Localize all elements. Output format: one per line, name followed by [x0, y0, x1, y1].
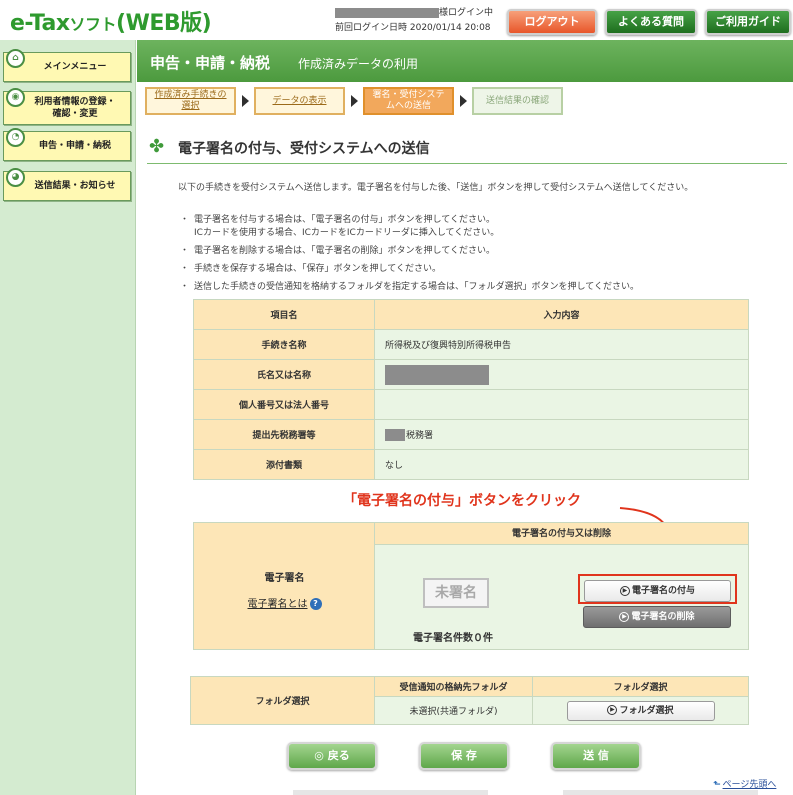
redacted-name: [385, 364, 489, 385]
footer-divider: [563, 790, 758, 795]
row-value: なし: [374, 449, 749, 480]
back-icon: ◎: [314, 749, 328, 762]
table-row: 添付書類 なし: [193, 449, 749, 480]
footer-divider: [293, 790, 488, 795]
unsigned-stamp: 未署名: [423, 578, 489, 608]
folder-value: 未選択(共通フォルダ): [373, 696, 534, 725]
login-info: 様ログイン中 前回ログイン日時 2020/01/14 20:08: [335, 6, 493, 36]
column-header: 項目名: [193, 299, 375, 330]
guide-button[interactable]: ご利用ガイド: [705, 9, 791, 35]
signature-actions: 未署名 電子署名件数０件 ▶ 電子署名の付与 ▶ 電子署名の削除: [375, 545, 748, 649]
step-indicator: 作成済み手続きの 選択 データの表示 署名・受付システ ムへの送信 送信結果の確認: [137, 82, 793, 122]
folder-button-cell: ▶ フォルダ選択: [532, 696, 749, 725]
help-icon[interactable]: ?: [309, 598, 322, 610]
table-header-row: フォルダ選択 受信通知の格納先フォルダ フォルダ選択: [190, 676, 749, 725]
page-top-link[interactable]: ⬑ ページ先頭へ: [713, 777, 776, 790]
note-item: 電子署名を付与する場合は、「電子署名の付与」ボタンを押してください。ICカードを…: [180, 214, 639, 240]
table-row: 提出先税務署等 税務署: [193, 419, 749, 450]
step-sign-and-send: 署名・受付システ ムへの送信: [363, 87, 454, 115]
step-arrow-icon: [351, 95, 358, 107]
play-icon: ▶: [619, 611, 630, 622]
table-row: 氏名又は名称: [193, 359, 749, 390]
folder-select-table: フォルダ選択 受信通知の格納先フォルダ フォルダ選択 未選択(共通フォルダ) ▶…: [190, 676, 749, 725]
table-row: 個人番号又は法人番号: [193, 389, 749, 420]
row-key: 手続き名称: [193, 329, 375, 360]
delete-signature-button[interactable]: ▶ 電子署名の削除: [583, 606, 731, 628]
add-signature-button[interactable]: ▶ 電子署名の付与: [584, 580, 731, 602]
sidebar-item-label: メインメニュー: [43, 62, 107, 72]
step-arrow-icon: [460, 95, 467, 107]
signature-count: 電子署名件数０件: [413, 633, 493, 644]
row-value: [374, 389, 749, 420]
intro-text: 以下の手続きを受付システムへ送信します。電子署名を付与した後、「送信」ボタンを押…: [178, 183, 694, 193]
redacted-office: [385, 429, 405, 442]
column-header: フォルダ選択: [532, 676, 749, 697]
user-info-icon: ◉: [6, 88, 25, 107]
instruction-annotation: 「電子署名の付与」ボタンをクリック: [343, 493, 581, 509]
sidebar-item-filing[interactable]: ◔ 申告・申請・納税: [3, 128, 131, 161]
logout-button[interactable]: ログアウト: [507, 9, 597, 35]
table-header-row: 項目名 入力内容: [193, 299, 749, 330]
sidebar-item-results[interactable]: ◕ 送信結果・お知らせ: [3, 168, 131, 201]
row-value: 税務署: [374, 419, 749, 450]
step-arrow-icon: [242, 95, 249, 107]
sidebar-item-label: 送信結果・お知らせ: [34, 181, 116, 191]
page-title: 電子署名の付与、受付システムへの送信: [178, 141, 430, 157]
signature-help-link[interactable]: 電子署名とは: [248, 599, 308, 610]
signature-panel: 電子署名 電子署名とは? 電子署名の付与又は削除 未署名 電子署名件数０件 ▶ 電…: [193, 522, 749, 650]
home-icon: ⌂: [6, 49, 25, 68]
step-select-procedure[interactable]: 作成済み手続きの 選択: [145, 87, 236, 115]
row-key: 氏名又は名称: [193, 359, 375, 390]
back-button[interactable]: ◎ 戻る: [287, 742, 377, 770]
play-icon: ▶: [619, 585, 630, 596]
row-key: 個人番号又は法人番号: [193, 389, 375, 420]
note-item: 手続きを保存する場合は、「保存」ボタンを押してください。: [180, 263, 639, 276]
table-row: 手続き名称 所得税及び復興特別所得税申告: [193, 329, 749, 360]
sidebar: ⌂ メインメニュー ◉ 利用者情報の登録・ 確認・変更 ◔ 申告・申請・納税 ◕ …: [0, 40, 136, 795]
send-button[interactable]: 送 信: [551, 742, 641, 770]
row-key: 提出先税務署等: [193, 419, 375, 450]
faq-button[interactable]: よくある質問: [605, 9, 697, 35]
clover-icon: ✤: [149, 136, 165, 157]
instruction-notes: 電子署名を付与する場合は、「電子署名の付与」ボタンを押してください。ICカードを…: [180, 214, 639, 299]
page-heading: ✤ 電子署名の付与、受付システムへの送信: [147, 134, 787, 164]
row-value: [374, 359, 749, 390]
step-check-results: 送信結果の確認: [472, 87, 563, 115]
column-header: 受信通知の格納先フォルダ: [373, 676, 534, 697]
redacted-user-name: [335, 7, 439, 18]
app-logo[interactable]: e-Taxソフト(WEB版): [10, 5, 212, 37]
column-header: 入力内容: [374, 299, 749, 330]
section-title: 申告・申請・納税: [150, 54, 271, 72]
results-icon: ◕: [6, 168, 25, 187]
signature-label-cell: 電子署名 電子署名とは?: [194, 523, 375, 649]
play-icon: ▶: [607, 705, 618, 715]
signature-header: 電子署名の付与又は削除: [375, 523, 748, 545]
procedure-info-table: 項目名 入力内容 手続き名称 所得税及び復興特別所得税申告 氏名又は名称 個人番…: [193, 299, 749, 480]
last-login: 前回ログイン日時 2020/01/14 20:08: [335, 23, 491, 33]
header: e-Taxソフト(WEB版) 様ログイン中 前回ログイン日時 2020/01/1…: [0, 0, 793, 40]
sidebar-item-main-menu[interactable]: ⌂ メインメニュー: [3, 49, 131, 82]
save-button[interactable]: 保 存: [419, 742, 509, 770]
sidebar-item-user-info[interactable]: ◉ 利用者情報の登録・ 確認・変更: [3, 88, 131, 125]
row-key: 添付書類: [193, 449, 375, 480]
login-status: 様ログイン中: [439, 8, 494, 18]
up-arrow-icon: ⬑: [713, 780, 721, 790]
filing-icon: ◔: [6, 128, 25, 147]
folder-select-button[interactable]: ▶ フォルダ選択: [566, 700, 715, 721]
row-value: 所得税及び復興特別所得税申告: [374, 329, 749, 360]
folder-label: フォルダ選択: [190, 676, 375, 725]
signature-label: 電子署名: [264, 573, 305, 584]
note-item: 送信した手続きの受信通知を格納するフォルダを指定する場合は、「フォルダ選択」ボタ…: [180, 281, 639, 294]
sidebar-item-label: 申告・申請・納税: [38, 141, 111, 151]
note-item: 電子署名を削除する場合は、「電子署名の削除」ボタンを押してください。: [180, 245, 639, 258]
sidebar-item-label: 利用者情報の登録・ 確認・変更: [34, 97, 116, 119]
signature-help: 電子署名とは?: [194, 595, 375, 610]
step-display-data[interactable]: データの表示: [254, 87, 345, 115]
title-bar: 申告・申請・納税 作成済みデータの利用: [137, 40, 793, 82]
section-subtitle: 作成済みデータの利用: [298, 57, 419, 71]
